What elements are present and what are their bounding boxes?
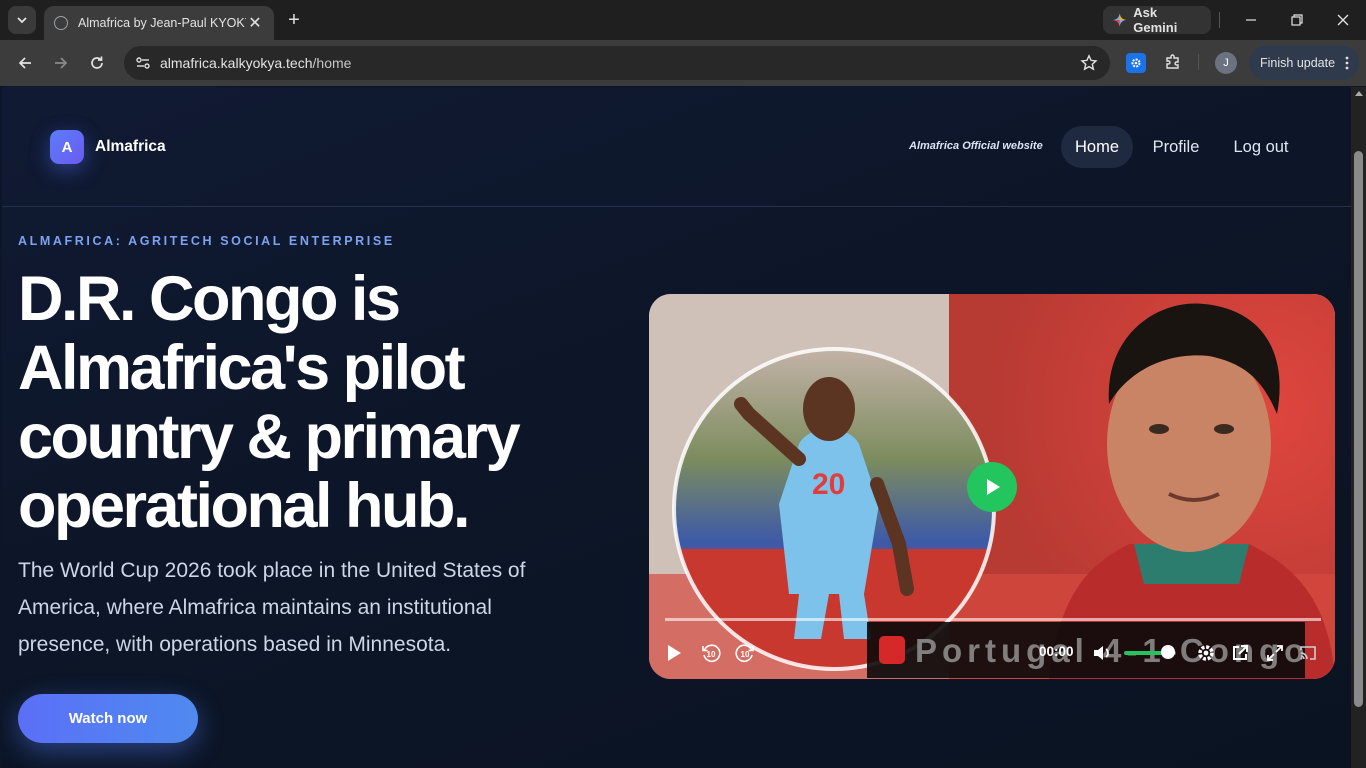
- video-progress-bar[interactable]: [665, 618, 1321, 621]
- restore-icon: [1291, 14, 1303, 26]
- close-tab-icon[interactable]: ✕: [246, 13, 264, 33]
- site-info-icon[interactable]: [134, 54, 152, 72]
- ask-gemini-label: Ask Gemini: [1133, 5, 1178, 35]
- toolbar-divider: [1198, 54, 1199, 70]
- browser-tab-bar: Almafrica by Jean-Paul KYOKYA ✕ + Ask Ge…: [0, 0, 1366, 40]
- nav-logout-link[interactable]: Log out: [1226, 126, 1296, 168]
- volume-icon: [1094, 646, 1109, 660]
- extension-icon[interactable]: [1126, 53, 1146, 73]
- hero-description: The World Cup 2026 took place in the Uni…: [18, 559, 526, 656]
- flag-icon: [879, 636, 905, 664]
- ask-gemini-button[interactable]: Ask Gemini: [1103, 5, 1211, 35]
- finish-update-label: Finish update: [1260, 56, 1336, 70]
- forward-10-button[interactable]: 10: [734, 642, 756, 664]
- forward-seconds-label: 10: [741, 650, 750, 659]
- video-time: 00:00: [1039, 644, 1074, 659]
- minimize-button[interactable]: [1236, 8, 1266, 32]
- arrow-right-icon: [55, 57, 68, 69]
- open-external-button[interactable]: [1229, 642, 1251, 664]
- center-play-button[interactable]: [967, 462, 1017, 512]
- official-website-label: Almafrica Official website: [909, 140, 1043, 152]
- play-button[interactable]: [663, 642, 685, 664]
- restore-button[interactable]: [1282, 8, 1312, 32]
- extensions-puzzle-icon[interactable]: [1162, 51, 1184, 73]
- minimize-icon: [1246, 19, 1256, 21]
- fullscreen-icon: [1267, 645, 1283, 661]
- tab-bar-divider: [1219, 12, 1220, 28]
- scroll-up-arrow-icon[interactable]: [1355, 91, 1363, 96]
- forward-button[interactable]: [47, 49, 75, 77]
- volume-button[interactable]: [1091, 642, 1113, 664]
- reload-icon: [91, 56, 103, 69]
- site-header: A Almafrica Almafrica Official website H…: [2, 87, 1351, 207]
- new-tab-button[interactable]: +: [284, 8, 304, 32]
- address-bar[interactable]: almafrica.kalkyokya.tech/home: [124, 46, 1110, 80]
- browser-tab-active[interactable]: Almafrica by Jean-Paul KYOKYA ✕: [44, 6, 274, 40]
- hero-eyebrow: ALMAFRICA: AGRITECH SOCIAL ENTERPRISE: [18, 234, 395, 248]
- fullscreen-button[interactable]: [1264, 642, 1286, 664]
- page-scrollbar[interactable]: [1351, 87, 1366, 768]
- external-link-icon: [1233, 645, 1248, 660]
- video-player[interactable]: 20 Portugal 4-1 Congo 10 10 00:00: [649, 294, 1335, 679]
- brand-name[interactable]: Almafrica: [95, 138, 166, 156]
- rewind-10-button[interactable]: 10: [700, 642, 722, 664]
- gear-icon: [1131, 58, 1141, 68]
- reload-button[interactable]: [83, 49, 111, 77]
- close-window-button[interactable]: [1328, 8, 1358, 32]
- bookmark-star-icon[interactable]: [1080, 54, 1098, 77]
- rewind-icon: 10: [702, 644, 721, 663]
- nav-profile-link[interactable]: Profile: [1144, 126, 1208, 168]
- chevron-down-icon: [17, 17, 27, 24]
- url-host: almafrica.kalkyokya.tech: [160, 55, 313, 71]
- fast-forward-icon: 10: [735, 644, 754, 663]
- tab-search-button[interactable]: [8, 6, 36, 34]
- profile-avatar[interactable]: J: [1215, 52, 1237, 74]
- gemini-sparkle-icon: [1113, 13, 1127, 27]
- site-logo[interactable]: A: [50, 130, 84, 164]
- finish-update-button[interactable]: Finish update: [1249, 46, 1359, 80]
- gear-icon: [1198, 645, 1214, 661]
- more-vertical-icon: [1345, 56, 1349, 70]
- rewind-seconds-label: 10: [707, 650, 716, 659]
- arrow-left-icon: [18, 57, 31, 69]
- watch-now-button[interactable]: Watch now: [18, 694, 198, 743]
- close-icon: [1337, 14, 1349, 26]
- nav-home-link[interactable]: Home: [1061, 126, 1133, 168]
- tab-title: Almafrica by Jean-Paul KYOKYA: [78, 16, 246, 30]
- play-icon: [668, 645, 681, 661]
- browser-toolbar: almafrica.kalkyokya.tech/home J Finish u…: [0, 40, 1366, 86]
- globe-icon: [54, 16, 68, 30]
- back-button[interactable]: [11, 49, 39, 77]
- url-text: almafrica.kalkyokya.tech/home: [160, 55, 351, 71]
- cast-icon: [1300, 646, 1316, 660]
- jersey-number: 20: [812, 468, 845, 501]
- url-path: /home: [312, 55, 352, 71]
- cast-button[interactable]: [1297, 642, 1319, 664]
- page-content: A Almafrica Almafrica Official website H…: [2, 87, 1351, 768]
- scrollbar-thumb[interactable]: [1354, 151, 1363, 707]
- play-icon: [987, 479, 1000, 495]
- hero-headline: D.R. Congo is Almafrica's pilot country …: [18, 264, 521, 541]
- settings-button[interactable]: [1195, 642, 1217, 664]
